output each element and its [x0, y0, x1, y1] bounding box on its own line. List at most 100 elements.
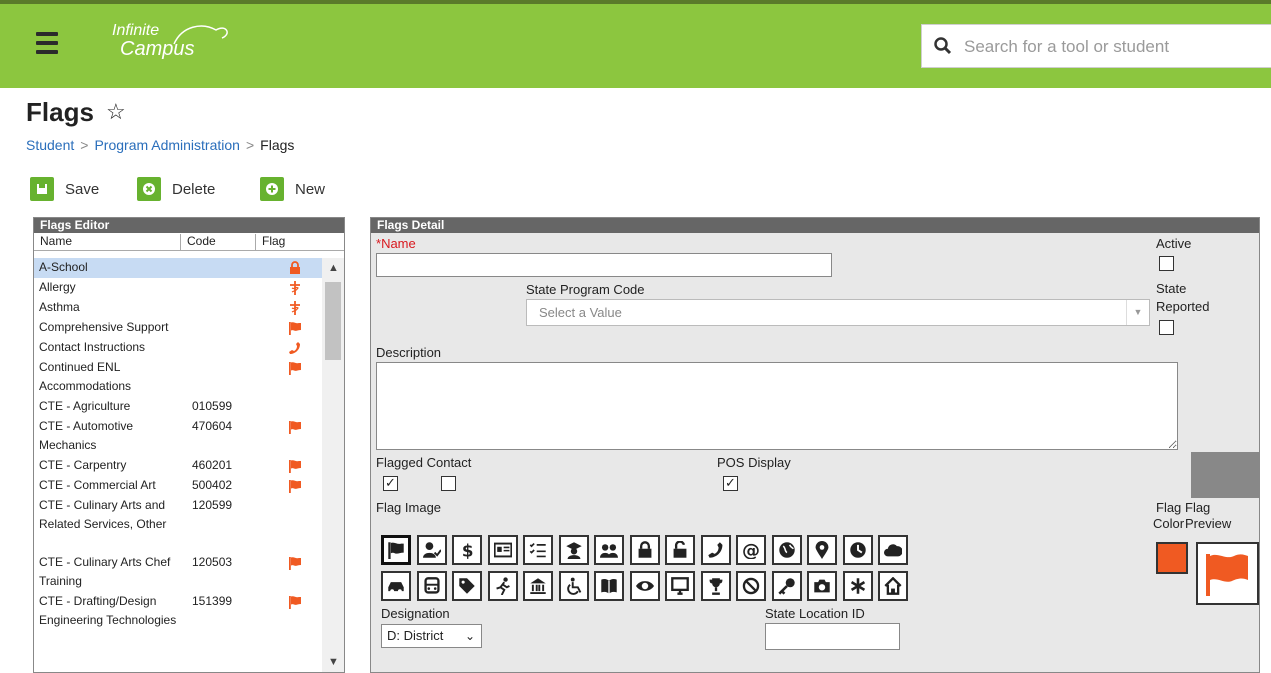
car-icon[interactable]: [381, 571, 411, 601]
list-item[interactable]: CTE - Culinary Arts and Related Services…: [34, 496, 322, 553]
unlock-icon[interactable]: [665, 535, 695, 565]
new-button[interactable]: New: [260, 176, 325, 202]
favorite-star-icon[interactable]: ☆: [106, 99, 126, 125]
user-check-icon[interactable]: [416, 535, 447, 565]
menu-icon[interactable]: [36, 32, 58, 54]
list-item-code: 120503: [192, 555, 233, 569]
delete-button[interactable]: Delete: [137, 176, 215, 202]
breadcrumb-student[interactable]: Student: [26, 137, 74, 153]
column-name[interactable]: Name: [34, 234, 72, 250]
lock-icon[interactable]: [629, 535, 660, 565]
list-item-name: CTE - Agriculture: [39, 399, 131, 413]
ban-icon[interactable]: [736, 571, 766, 601]
designation-select[interactable]: D: District ⌄: [381, 624, 482, 648]
chevron-down-icon: ⌄: [464, 629, 475, 643]
group-icon[interactable]: [594, 535, 624, 565]
flag-icon[interactable]: [381, 535, 411, 565]
lock-icon: [288, 261, 302, 278]
list-item-name: Contact Instructions: [39, 340, 146, 354]
flags-editor-title: Flags Editor: [34, 218, 344, 233]
list-item-name: CTE - Commercial Art: [39, 478, 156, 492]
state-program-code-select[interactable]: Select a Value ▼: [526, 299, 1150, 326]
state-location-id-label: State Location ID: [765, 606, 865, 621]
at-icon[interactable]: @: [736, 535, 766, 565]
column-code[interactable]: Code: [180, 234, 216, 250]
eye-icon[interactable]: [629, 571, 660, 601]
list-item[interactable]: Comprehensive Support: [34, 318, 322, 338]
flag-preview-label-2: Preview: [1185, 516, 1232, 531]
scrollbar-thumb[interactable]: [325, 282, 341, 360]
phone-icon: [288, 341, 302, 358]
list-item[interactable]: CTE - Agriculture 010599: [34, 397, 322, 417]
asterisk-icon[interactable]: [842, 571, 873, 601]
top-bar: Infinite Campus: [0, 0, 1271, 88]
list-item-name: CTE - Automotive Mechanics: [39, 419, 134, 452]
trophy-icon[interactable]: [700, 571, 731, 601]
list-item-name: CTE - Carpentry: [39, 458, 127, 472]
globe-icon[interactable]: [771, 535, 802, 565]
flagged-contact-checkbox[interactable]: ✓: [383, 476, 398, 491]
tag-icon[interactable]: [452, 571, 482, 601]
save-button[interactable]: Save: [30, 176, 99, 202]
list-item[interactable]: CTE - Drafting/Design Engineering Techno…: [34, 592, 322, 649]
list-item-code: 010599: [192, 399, 233, 413]
flag-icon: [288, 556, 302, 573]
scroll-up-icon[interactable]: ▲: [328, 262, 339, 274]
home-icon[interactable]: [878, 571, 908, 601]
list-item-code: 460201: [192, 458, 233, 472]
pos-display-checkbox[interactable]: ✓: [723, 476, 738, 491]
bus-icon[interactable]: [416, 571, 447, 601]
new-icon: [260, 177, 284, 201]
dollar-icon[interactable]: $: [452, 535, 482, 565]
list-item[interactable]: CTE - Carpentry 460201: [34, 456, 322, 476]
bank-icon[interactable]: [523, 571, 553, 601]
flag-icon: [288, 595, 302, 612]
scroll-down-icon[interactable]: ▼: [328, 656, 339, 668]
state-location-id-input[interactable]: [765, 623, 900, 650]
name-label: *Name: [376, 236, 416, 251]
list-item[interactable]: A-School: [34, 258, 322, 278]
map-pin-icon[interactable]: [807, 535, 837, 565]
id-card-icon[interactable]: [487, 535, 518, 565]
book-icon[interactable]: [594, 571, 624, 601]
flag-color-swatch[interactable]: [1156, 542, 1188, 574]
list-item-name: CTE - Culinary Arts and Related Services…: [39, 498, 167, 531]
phone-icon[interactable]: [700, 535, 731, 565]
wheelchair-icon[interactable]: [558, 571, 589, 601]
breadcrumb-program-administration[interactable]: Program Administration: [94, 137, 240, 153]
breadcrumb-current: Flags: [260, 137, 295, 153]
monitor-icon[interactable]: [665, 571, 695, 601]
state-reported-checkbox[interactable]: [1159, 320, 1174, 335]
list-item[interactable]: CTE - Commercial Art 500402: [34, 476, 322, 496]
list-item[interactable]: Continued ENL Accommodations: [34, 358, 322, 397]
key-icon[interactable]: [771, 571, 802, 601]
flag-preview: [1196, 542, 1259, 605]
flag-preview-icon: [1206, 554, 1248, 596]
list-item[interactable]: Asthma: [34, 298, 322, 318]
camera-icon[interactable]: [807, 571, 837, 601]
list-item[interactable]: CTE - Culinary Arts Chef Training 120503: [34, 553, 322, 592]
description-textarea[interactable]: [376, 362, 1178, 450]
list-item-code: 151399: [192, 594, 233, 608]
checklist-icon[interactable]: [523, 535, 553, 565]
search-box: [921, 24, 1271, 68]
running-icon[interactable]: [487, 571, 518, 601]
column-flag[interactable]: Flag: [255, 234, 285, 250]
list-item-code: 470604: [192, 419, 233, 433]
clock-icon[interactable]: [842, 535, 873, 565]
graduate-icon[interactable]: [558, 535, 589, 565]
search-input[interactable]: [962, 35, 1266, 59]
list-scrollbar[interactable]: ▲ ▼: [322, 258, 344, 672]
list-item[interactable]: Allergy: [34, 278, 322, 298]
list-item-name: Comprehensive Support: [39, 320, 169, 334]
cloud-icon[interactable]: [878, 535, 908, 565]
medical-icon: [288, 301, 302, 318]
list-item-name: Asthma: [39, 300, 80, 314]
list-item[interactable]: CTE - Automotive Mechanics 470604: [34, 417, 322, 456]
list-item-code: 500402: [192, 478, 233, 492]
name-input[interactable]: [376, 253, 832, 277]
list-item[interactable]: Contact Instructions: [34, 338, 322, 358]
active-checkbox[interactable]: [1159, 256, 1174, 271]
logo[interactable]: Infinite Campus: [112, 22, 228, 59]
flagged-contact-secondary-checkbox[interactable]: [441, 476, 456, 491]
